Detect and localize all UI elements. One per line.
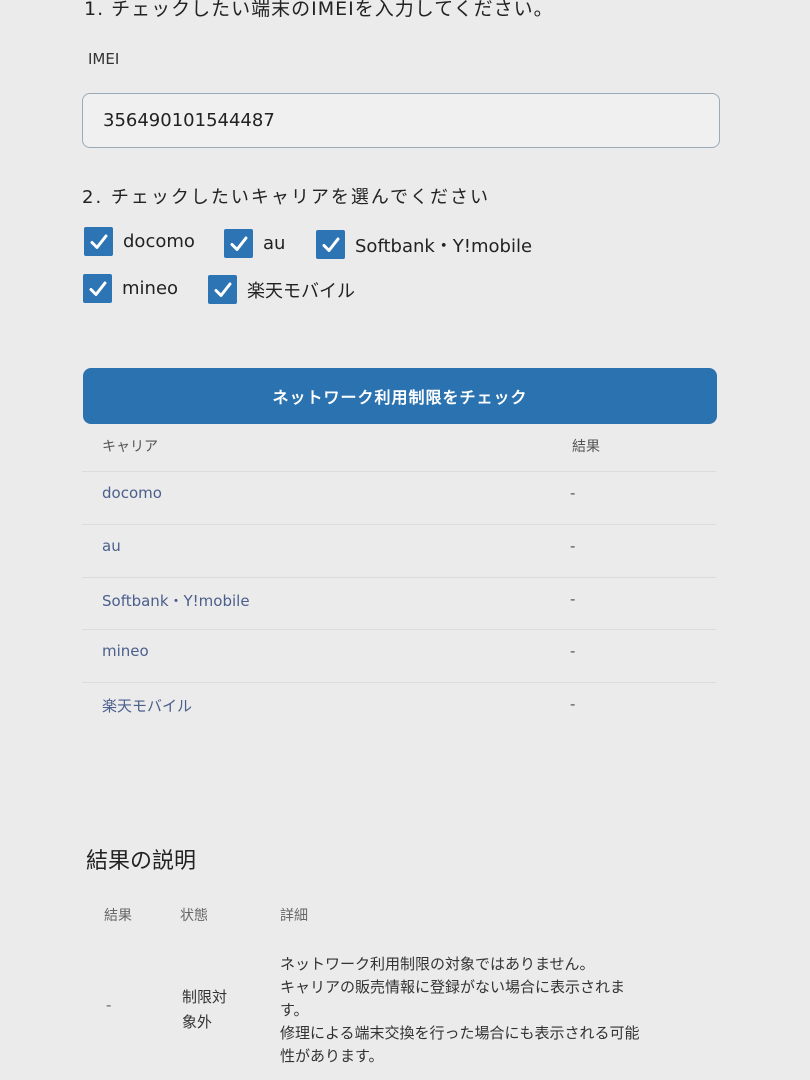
explanation-detail-line: ネットワーク利用制限の対象ではありません。 [280,955,595,973]
table-row: Softbank・Y!mobile - [82,577,716,630]
step1-heading: 1. チェックしたい端末のIMEIを入力してください。 [84,0,554,20]
carrier-checkbox-docomo[interactable]: docomo [84,227,195,256]
results-header-result: 結果 [572,439,600,455]
checkbox-checked-icon[interactable] [84,227,113,256]
result-carrier: docomo [102,484,162,502]
imei-label: IMEI [88,50,120,68]
checkbox-checked-icon[interactable] [316,230,345,259]
imei-input[interactable] [82,93,720,148]
result-value: - [570,590,576,608]
explanation-detail-line: キャリアの販売情報に登録がない場合に表示されま [280,978,626,996]
table-row: 楽天モバイル - [82,682,716,735]
result-carrier: 楽天モバイル [102,697,193,715]
explanation-detail-line: す。 [280,1001,309,1019]
explanation-detail-line: 性があります。 [280,1047,384,1065]
check-network-restriction-button[interactable]: ネットワーク利用制限をチェック [83,368,717,424]
carrier-checkbox-label: docomo [123,231,195,252]
carrier-checkbox-mineo[interactable]: mineo [83,274,178,303]
carrier-checkbox-label: 楽天モバイル [247,280,355,302]
explanation-header-detail: 詳細 [280,908,308,924]
explanation-header-status: 状態 [180,908,208,924]
result-value: - [570,642,576,660]
table-row: au - [82,524,716,577]
explanation-detail: ネットワーク利用制限の対象ではありません。 キャリアの販売情報に登録がない場合に… [280,953,690,1068]
step2-heading: 2. チェックしたいキャリアを選んでください [82,187,490,208]
result-value: - [570,695,576,713]
explanation-detail-line: 修理による端末交換を行った場合にも表示される可能 [280,1024,640,1042]
carrier-checkbox-label: au [263,233,286,254]
table-row: docomo - [82,471,716,524]
result-carrier: mineo [102,642,149,660]
checkbox-checked-icon[interactable] [208,275,237,304]
checkbox-checked-icon[interactable] [83,274,112,303]
results-header-carrier: キャリア [102,439,158,455]
carrier-checkbox-au[interactable]: au [224,229,285,258]
result-carrier: au [102,537,121,555]
explanation-status-line: 象外 [182,1013,213,1031]
result-carrier: Softbank・Y!mobile [102,592,250,610]
explanation-result-value: - [106,996,112,1014]
explanation-title: 結果の説明 [86,849,197,874]
explanation-status-line: 制限対 [182,988,228,1006]
explanation-status: 制限対 象外 [182,985,252,1035]
table-row: mineo - [82,629,716,682]
carrier-checkbox-rakuten[interactable]: 楽天モバイル [208,275,355,304]
checkbox-checked-icon[interactable] [224,229,253,258]
result-value: - [570,537,576,555]
carrier-checkbox-label: Softbank・Y!mobile [355,235,533,257]
carrier-checkbox-label: mineo [122,278,179,299]
carrier-checkbox-softbank[interactable]: Softbank・Y!mobile [316,230,532,259]
explanation-header-result: 結果 [104,908,132,924]
result-value: - [570,484,576,502]
